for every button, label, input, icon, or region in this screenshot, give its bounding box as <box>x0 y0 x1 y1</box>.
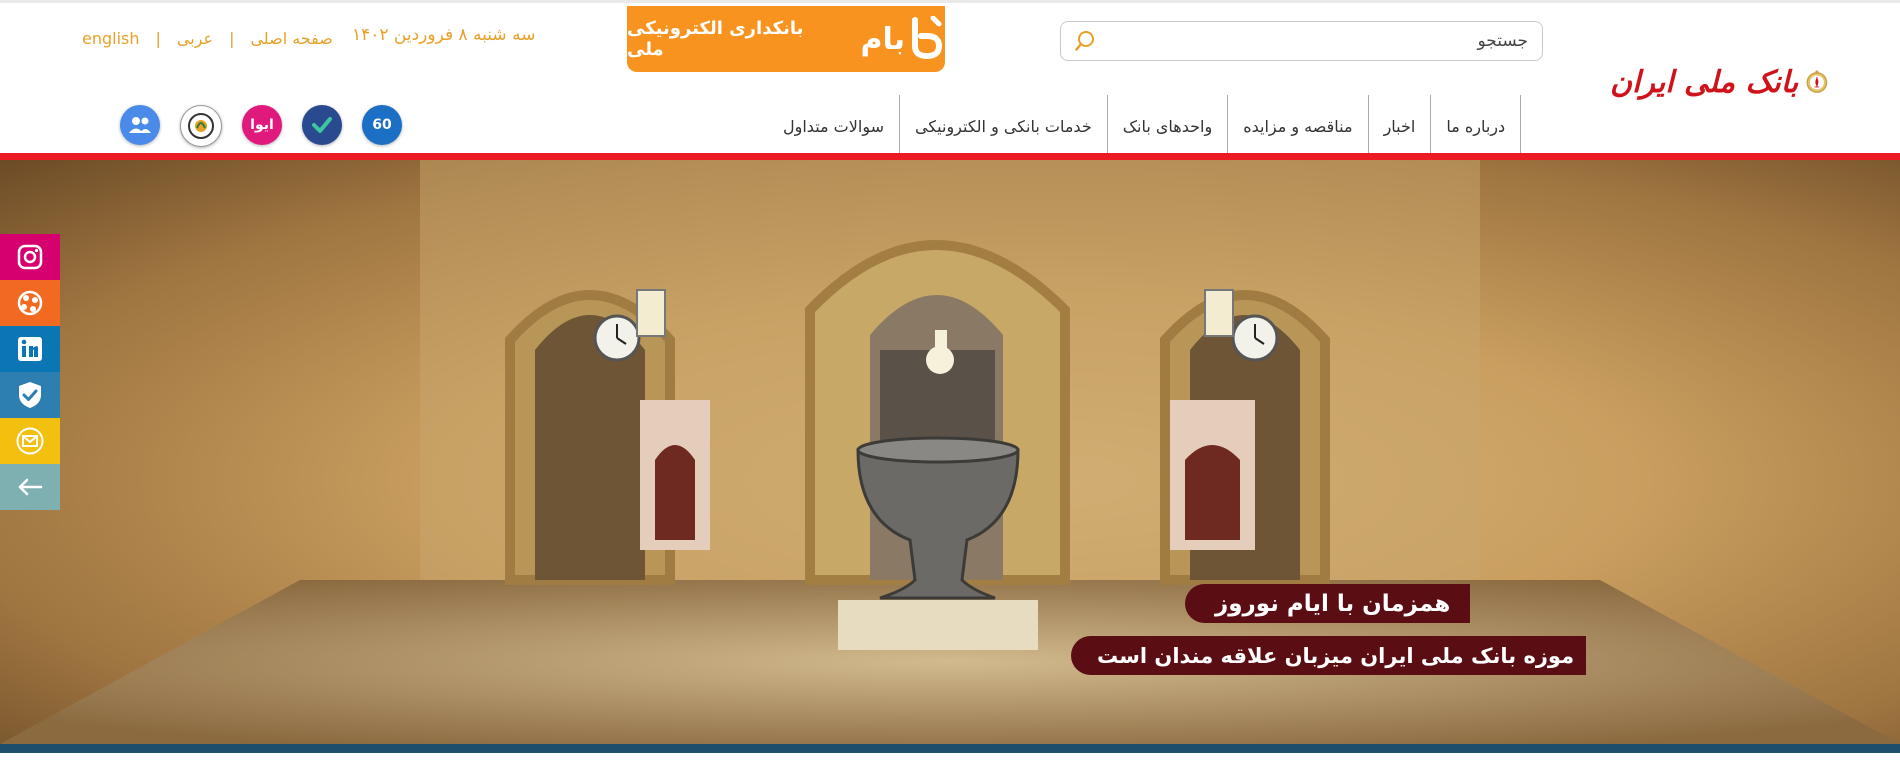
link-separator: | <box>155 28 161 48</box>
arabic-link[interactable]: عربی <box>177 29 213 48</box>
checkmark-icon[interactable] <box>302 105 342 145</box>
aiwa-icon[interactable]: ایوا <box>242 105 282 145</box>
search-box <box>1060 21 1543 61</box>
email-icon[interactable] <box>0 418 60 464</box>
sixty-icon[interactable]: 60 <box>362 105 402 145</box>
nav-item-tenders[interactable]: مناقصه و مزایده <box>1227 95 1367 157</box>
bam-logo-icon <box>912 16 943 60</box>
bam-ebanking-banner[interactable]: بانکداری الکترونیکی ملی بام <box>627 6 945 72</box>
search-icon[interactable] <box>1069 23 1105 59</box>
slide-caption-title: همزمان با ایام نوروز <box>1185 584 1471 623</box>
aparat-icon[interactable] <box>0 280 60 326</box>
nav-item-services[interactable]: خدمات بانکی و الکترونیکی <box>898 95 1107 157</box>
site-header: english | عربی | صفحه اصلی سه شنبه ۸ فرو… <box>0 0 1900 157</box>
current-date: سه شنبه ۸ فروردین ۱۴۰۲ <box>352 25 536 45</box>
bam-logo-word: بام <box>860 21 905 57</box>
group-icon[interactable] <box>120 105 160 145</box>
arrow-left-icon[interactable] <box>0 464 60 510</box>
hero-slider[interactable]: همزمان با ایام نوروز موزه بانک ملی ایران… <box>0 160 1900 744</box>
header-accent-bar <box>0 153 1900 160</box>
english-link[interactable]: english <box>82 29 140 48</box>
nav-item-faq[interactable]: سوالات متداول <box>768 95 899 157</box>
bam-banner-title: بانکداری الکترونیکی ملی <box>627 18 804 60</box>
seal-icon[interactable] <box>180 105 222 147</box>
instagram-icon[interactable] <box>0 234 60 280</box>
shield-check-icon[interactable] <box>0 372 60 418</box>
slide-caption-subtitle: موزه بانک ملی ایران میزبان علاقه مندان ا… <box>1071 636 1587 675</box>
quick-icons: ایوا 60 <box>120 105 402 147</box>
nav-item-news[interactable]: اخبار <box>1367 95 1431 157</box>
bam-logo: بام <box>860 16 945 62</box>
social-sidebar <box>0 234 60 510</box>
search-input[interactable] <box>1105 23 1542 59</box>
museum-hall-image <box>0 160 1900 744</box>
bank-logo[interactable]: بانک ملی ایران <box>1610 27 1828 137</box>
bank-emblem-icon <box>1806 69 1828 93</box>
home-link[interactable]: صفحه اصلی <box>250 29 332 48</box>
nav-item-branches[interactable]: واحدهای بانک <box>1106 95 1227 157</box>
main-nav: درباره ما اخبار مناقصه و مزایده واحدهای … <box>768 95 1522 157</box>
linkedin-icon[interactable] <box>0 326 60 372</box>
link-separator: | <box>229 28 235 48</box>
slider-bottom-bar <box>0 744 1900 753</box>
top-links: english | عربی | صفحه اصلی <box>82 25 333 51</box>
bank-logo-text: بانک ملی ایران <box>1610 64 1799 100</box>
nav-item-about[interactable]: درباره ما <box>1430 95 1522 157</box>
